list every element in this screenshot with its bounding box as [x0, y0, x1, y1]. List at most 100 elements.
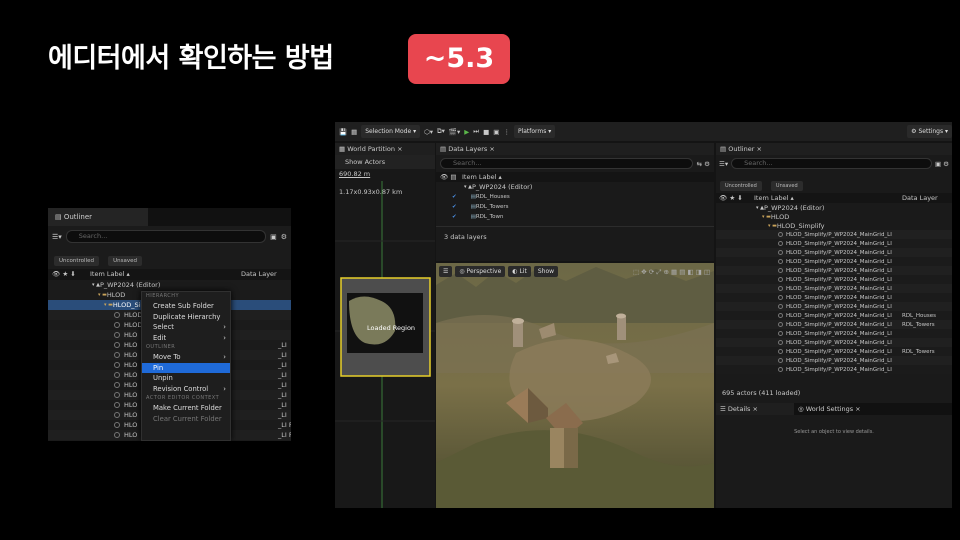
table-row[interactable]: HLOD_Simplify/P_WP2024_MainGrid_LI [716, 284, 952, 293]
visibility-icon[interactable]: 👁 ★ ⬇ [48, 269, 90, 280]
data-layer-row[interactable]: ✔ ▤ RDL_Houses [436, 192, 714, 202]
stop-icon[interactable]: ■ [483, 128, 489, 136]
menu-item-edit[interactable]: Edit › [142, 333, 230, 344]
menu-item-move-to[interactable]: Move To › [142, 352, 230, 363]
outliner-root-row[interactable]: ▾ ▲ P_WP2024 (Editor) [716, 203, 952, 212]
table-row[interactable]: HLOD_Simplify/P_WP2024_MainGrid_LI [716, 257, 952, 266]
actor-icon [778, 286, 783, 291]
table-row[interactable]: HLOD_Simplify/P_WP2024_MainGrid_LI [716, 365, 952, 374]
tab-outliner[interactable]: ▤ Outliner × [716, 143, 952, 155]
version-badge: ~5.3 [408, 34, 510, 84]
blueprint-icon[interactable]: ⧉▾ [437, 127, 445, 136]
add-folder-icon[interactable]: ▣ [270, 233, 277, 241]
world-partition-panel: ▦ World Partition × Show Actors 690.82 m… [335, 143, 435, 508]
menu-item-revision-control[interactable]: Revision Control › [142, 384, 230, 395]
menu-item-create-sub-folder[interactable]: Create Sub Folder [142, 301, 230, 312]
settings-icon[interactable]: ⚙ [281, 233, 287, 241]
play-icon[interactable]: ▶ [464, 128, 469, 136]
menu-item-duplicate-hierarchy[interactable]: Duplicate Hierarchy [142, 312, 230, 323]
actor-icon [114, 422, 120, 428]
terrain-scene [436, 263, 714, 508]
settings-button[interactable]: ⚙ Settings ▾ [907, 125, 952, 138]
outliner-simplify-row[interactable]: ▾ ▬ HLOD_Simplify [716, 221, 952, 230]
col-item-label[interactable]: Item Label ▴ [90, 269, 241, 280]
data-layer-add-icon[interactable]: ⇆ ⚙ [697, 160, 710, 168]
menu-item-unpin[interactable]: Unpin [142, 373, 230, 384]
data-layer-row[interactable]: ✔ ▤ RDL_Towers [436, 202, 714, 212]
actor-icon [778, 358, 783, 363]
create-icon[interactable]: ⬡▾ [424, 128, 433, 136]
eject-icon[interactable]: ▣ [493, 128, 499, 136]
more-icon[interactable]: ⋮ [503, 128, 510, 136]
outliner-hlod-row[interactable]: ▾ ▬ HLOD [716, 212, 952, 221]
table-row[interactable]: HLOD_Simplify/P_WP2024_MainGrid_LI [716, 248, 952, 257]
actor-icon [114, 402, 120, 408]
actor-icon [114, 412, 120, 418]
play-next-icon[interactable]: ⏭ [473, 127, 479, 136]
table-row[interactable]: HLOD_Simplify/P_WP2024_MainGrid_LI [716, 329, 952, 338]
table-row[interactable]: HLOD_Simplify/P_WP2024_MainGrid_LI RDL_To… [716, 320, 952, 329]
selection-mode-button[interactable]: Selection Mode ▾ [361, 125, 421, 138]
table-row[interactable]: HLOD_Simplify/P_WP2024_MainGrid_LI [716, 338, 952, 347]
actor-icon [114, 312, 120, 318]
content-icon[interactable]: ▦ [351, 128, 357, 136]
outliner-tab[interactable]: ▤ Outliner [48, 208, 148, 226]
table-row[interactable]: HLOD_Simplify/P_WP2024_MainGrid_LI RDL_Ho… [716, 311, 952, 320]
tab-world-settings[interactable]: ◎ World Settings × [794, 403, 884, 415]
actor-icon [778, 232, 783, 237]
actor-icon [114, 332, 120, 338]
filter-icon[interactable]: ☰▾ [719, 160, 728, 168]
table-row[interactable]: HLOD_Simplify/P_WP2024_MainGrid_LI [716, 275, 952, 284]
actor-icon [778, 349, 783, 354]
outliner-icon: ▤ [55, 213, 64, 221]
data-layers-search[interactable]: Search... [440, 158, 693, 169]
tab-world-partition[interactable]: ▦ World Partition × [335, 143, 435, 155]
actor-icon [778, 331, 783, 336]
outliner-search[interactable]: Search... [731, 158, 932, 169]
menu-item-pin[interactable]: Pin [142, 362, 230, 373]
col-data-layer[interactable]: Data Layer [241, 269, 291, 280]
filter-chip-unsaved[interactable]: Unsaved [108, 256, 142, 266]
show-button[interactable]: Show [533, 266, 559, 277]
table-row[interactable]: HLOD_Simplify/P_WP2024_MainGrid_LI RDL_To… [716, 347, 952, 356]
table-row[interactable]: HLOD_Simplify/P_WP2024_MainGrid_LI [716, 230, 952, 239]
table-row[interactable]: HLOD_Simplify/P_WP2024_MainGrid_LI [716, 266, 952, 275]
tab-details[interactable]: ☰ Details × [716, 403, 794, 415]
transform-tools[interactable]: ⬚ ✥ ⟳ ⤢ ⊕ ▦ ▤ ◧ ◨ ◫ [633, 268, 710, 276]
chip-unsaved[interactable]: Unsaved [770, 181, 803, 191]
table-row[interactable]: HLOD_Simplify/P_WP2024_MainGrid_LI [716, 302, 952, 311]
perspective-button[interactable]: ◎ Perspective [455, 266, 506, 277]
tab-data-layers[interactable]: ▤ Data Layers × [436, 143, 714, 155]
table-row[interactable]: HLOD_Simplify/P_WP2024_MainGrid_LI [716, 356, 952, 365]
loaded-region-label: Loaded Region [367, 324, 416, 332]
actor-icon [114, 432, 120, 438]
add-folder-icon[interactable]: ▣ ⚙ [935, 160, 949, 168]
table-row[interactable]: HLOD_Simplify/P_WP2024_MainGrid_LI [716, 239, 952, 248]
table-row[interactable]: HLOD_Simplify/P_WP2024_MainGrid_LI [716, 293, 952, 302]
viewport-menu-button[interactable]: ☰ [439, 266, 453, 277]
section-hierarchy: HIERARCHY [146, 293, 180, 299]
world-partition-grid[interactable] [335, 181, 435, 508]
check-icon[interactable]: ✔ [452, 214, 457, 220]
platforms-button[interactable]: Platforms ▾ [513, 125, 556, 138]
filter-chip-uncontrolled[interactable]: Uncontrolled [54, 256, 99, 266]
menu-item-clear-current-folder[interactable]: Clear Current Folder [142, 414, 230, 425]
scale-label: 690.82 m [339, 170, 371, 178]
save-icon[interactable]: 💾 [339, 128, 347, 136]
filter-icon[interactable]: ☰▾ [52, 233, 62, 241]
show-actors-button[interactable]: Show Actors [335, 155, 435, 169]
check-icon[interactable]: ✔ [452, 194, 457, 200]
unreal-editor: 💾 ▦ Selection Mode ▾ ⬡▾ ⧉▾ 🎬▾ ▶ ⏭ ■ ▣ ⋮ … [335, 122, 952, 508]
chip-uncontrolled[interactable]: Uncontrolled [720, 181, 762, 191]
lit-button[interactable]: ◐ Lit [508, 266, 531, 277]
search-input[interactable]: Search... [65, 230, 267, 243]
details-empty-text: Select an object to view details. [794, 429, 874, 435]
data-layer-root[interactable]: ▾ ▲ P_WP2024 (Editor) [436, 182, 714, 192]
data-layer-row[interactable]: ✔ ▤ RDL_Town [436, 212, 714, 222]
menu-item-select[interactable]: Select › [142, 322, 230, 333]
level-viewport[interactable]: ☰ ◎ Perspective ◐ Lit Show ⬚ ✥ ⟳ ⤢ ⊕ ▦ ▤… [436, 263, 714, 508]
menu-item-make-current-folder[interactable]: Make Current Folder [142, 403, 230, 414]
cinematics-icon[interactable]: 🎬▾ [449, 128, 460, 136]
check-icon[interactable]: ✔ [452, 204, 457, 210]
tree-row-root[interactable]: ▾ ▲ P_WP2024 (Editor) [48, 280, 291, 290]
